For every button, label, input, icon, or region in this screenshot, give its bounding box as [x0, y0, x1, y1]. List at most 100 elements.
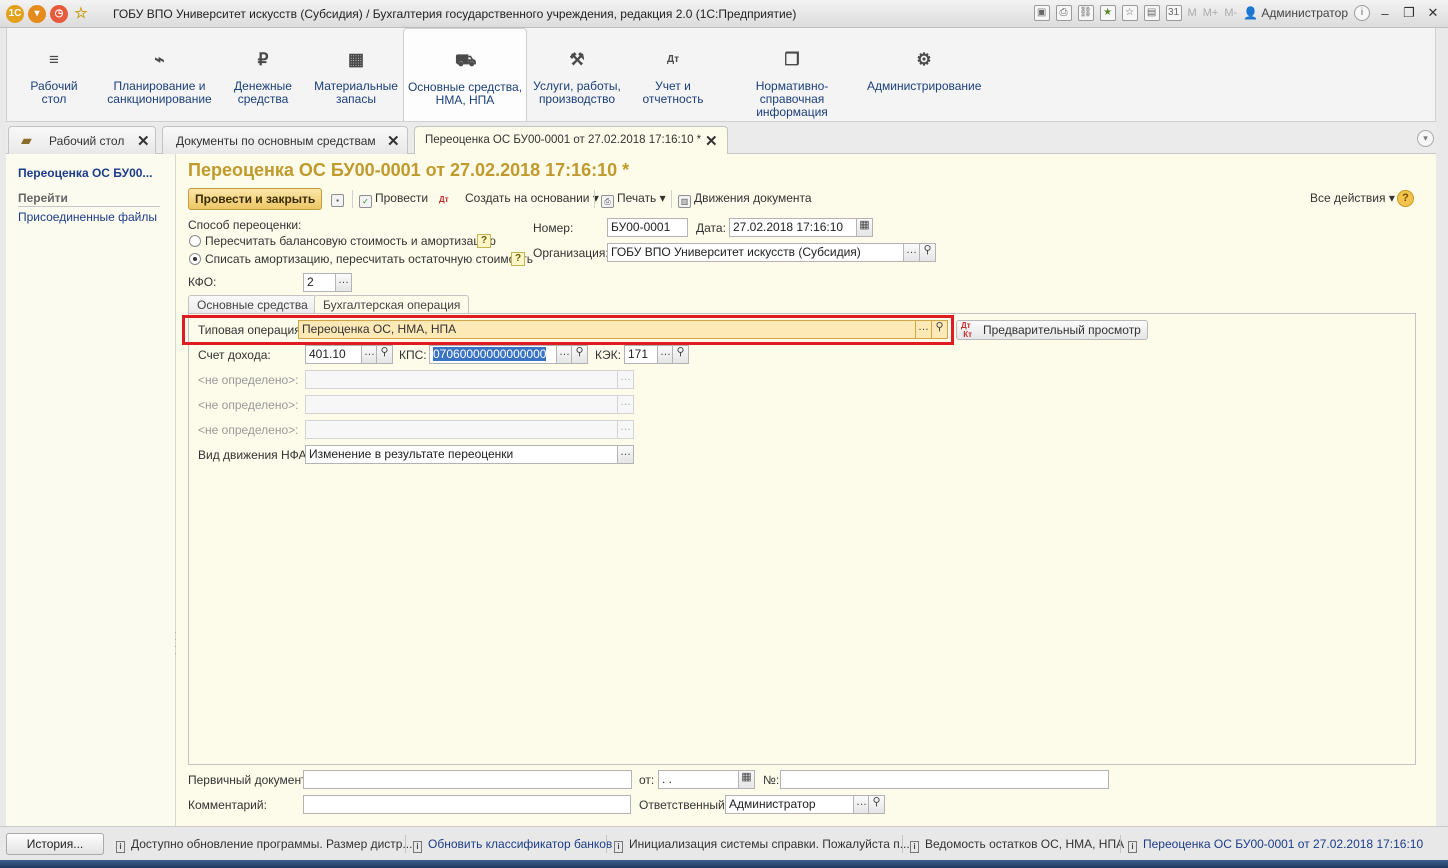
section-inventory[interactable]: ▦ Материальные запасы — [310, 28, 402, 121]
calendar-icon[interactable]: 31 — [1165, 5, 1182, 21]
method-option-1-label[interactable]: Пересчитать балансовую стоимость и аморт… — [205, 234, 496, 248]
typical-operation-label: Типовая операция: — [198, 323, 305, 337]
status-item-help-init[interactable]: i Инициализация системы справки. Пожалуйс… — [614, 837, 910, 853]
dt-kt-icon: Дт Кт — [961, 321, 973, 339]
create-based-on-button[interactable]: Создать на основании ▾ — [465, 191, 599, 205]
section-accounting[interactable]: Дт Учет и отчетность — [637, 28, 709, 121]
comment-label: Комментарий: — [188, 798, 267, 812]
post-button[interactable]: ✓ Провести — [359, 191, 428, 208]
main-menu-icon[interactable]: ▾ — [28, 5, 46, 23]
calendar-icon[interactable]: ▦ — [738, 770, 755, 789]
nfa-movement-field[interactable]: Изменение в результате переоценки — [305, 445, 618, 464]
maximize-icon[interactable]: ❐ — [1400, 5, 1418, 21]
kps-field[interactable]: 07060000000000000 — [429, 345, 557, 364]
calculator-icon[interactable]: ▤ — [1143, 5, 1160, 21]
favorites-star-icon[interactable]: ☆ — [72, 5, 90, 23]
kfo-select-button[interactable]: … — [335, 273, 352, 292]
date-field[interactable]: 27.02.2018 17:16:10 — [729, 218, 857, 237]
kek-field[interactable]: 171 — [624, 345, 658, 364]
current-user[interactable]: 👤 Администратор — [1243, 6, 1348, 20]
comment-field[interactable] — [303, 795, 631, 814]
section-money[interactable]: ₽ Денежные средства — [227, 28, 299, 121]
memory-m-button[interactable]: M — [1188, 7, 1197, 19]
history-button[interactable]: История... — [6, 833, 104, 855]
info-icon: i — [413, 841, 422, 853]
info-icon: i — [1128, 841, 1137, 853]
tab-desktop[interactable]: ▰ Рабочий стол ✕ — [8, 126, 156, 154]
info-icon[interactable]: i — [1354, 5, 1370, 21]
section-planning[interactable]: ⌁ Планирование и санкционирование — [107, 28, 212, 121]
hint-icon[interactable]: ? — [477, 234, 491, 248]
tabs-list-chevron-icon[interactable]: ▾ — [1417, 130, 1434, 147]
responsible-open-icon[interactable]: ⚲ — [868, 795, 885, 814]
info-icon: i — [910, 841, 919, 853]
close-tab-icon[interactable]: ✕ — [387, 132, 400, 150]
number-field[interactable]: БУ00-0001 — [607, 218, 688, 237]
doc-number-field[interactable] — [780, 770, 1109, 789]
section-fixed-assets[interactable]: ⛟ Основные средства, НМА, НПА — [403, 28, 527, 121]
link-icon[interactable]: ⛓ — [1077, 5, 1094, 21]
income-account-field[interactable]: 401.10 — [305, 345, 362, 364]
status-item-update[interactable]: i Доступно обновление программы. Размер д… — [116, 837, 412, 853]
organization-open-icon[interactable]: ⚲ — [919, 243, 936, 262]
all-actions-button[interactable]: Все действия ▾ — [1310, 191, 1395, 205]
status-item-revaluation[interactable]: i Переоценка ОС БУ00-0001 от 27.02.2018 1… — [1128, 837, 1423, 853]
close-tab-icon[interactable]: ✕ — [705, 132, 718, 150]
kps-open-icon[interactable]: ⚲ — [571, 345, 588, 364]
memory-m-plus-button[interactable]: M+ — [1203, 7, 1219, 19]
minimize-icon[interactable]: – — [1376, 6, 1394, 21]
toolbar-separator — [352, 190, 353, 208]
memory-m-minus-button[interactable]: M- — [1224, 7, 1237, 19]
toolbar-separator — [594, 190, 595, 208]
status-item-bank-classifier[interactable]: i Обновить классификатор банков — [413, 837, 612, 853]
section-reference[interactable]: ❐ Нормативно-справочная информация — [725, 28, 859, 121]
add-favorite-icon[interactable]: ★ — [1099, 5, 1116, 21]
tab-fixed-asset-documents[interactable]: Документы по основным средствам ✕ — [162, 126, 408, 154]
dt-kt-button[interactable]: Дт — [439, 191, 449, 205]
kek-open-icon[interactable]: ⚲ — [672, 345, 689, 364]
inventory-icon: ▦ — [347, 50, 365, 69]
from-date-field[interactable]: . . — [658, 770, 741, 789]
tab-accounting-operation[interactable]: Бухгалтерская операция — [314, 295, 470, 315]
favorites-icon[interactable]: ☆ — [1121, 5, 1138, 21]
status-separator — [606, 835, 607, 853]
income-account-open-icon[interactable]: ⚲ — [376, 345, 393, 364]
calendar-icon[interactable]: ▦ — [856, 218, 873, 237]
save-icon[interactable]: ▣ — [1033, 5, 1050, 21]
tab-fixed-assets[interactable]: Основные средства — [188, 295, 317, 314]
organization-select-button[interactable]: … — [903, 243, 920, 262]
primary-document-field[interactable] — [303, 770, 632, 789]
method-option-2-label[interactable]: Списать амортизацию, пересчитать остаточ… — [205, 252, 533, 266]
typical-operation-select-button[interactable]: … — [915, 320, 932, 339]
responsible-field[interactable]: Администратор — [725, 795, 854, 814]
organization-field[interactable]: ГОБУ ВПО Университет искусств (Субсидия) — [607, 243, 904, 262]
save-button[interactable]: ▪ — [331, 190, 347, 207]
document-movements-button[interactable]: ▥ Движения документа — [678, 191, 812, 208]
print-button[interactable]: ⎙ Печать ▾ — [601, 191, 666, 208]
close-icon[interactable]: ✕ — [1424, 5, 1442, 21]
method-option-2-radio[interactable] — [189, 253, 201, 265]
method-option-1-radio[interactable] — [189, 235, 201, 247]
nav-document-title[interactable]: Переоценка ОС БУ00... — [18, 166, 152, 180]
status-separator — [1120, 835, 1121, 853]
typical-operation-open-icon[interactable]: ⚲ — [931, 320, 948, 339]
tab-revaluation-document[interactable]: Переоценка ОС БУ00-0001 от 27.02.2018 17… — [414, 126, 728, 155]
section-services[interactable]: ⚒ Услуги, работы, производство — [531, 28, 623, 121]
help-icon[interactable]: ? — [1397, 190, 1414, 207]
print-icon[interactable]: ⎙ — [1055, 5, 1072, 21]
section-desktop[interactable]: ≡ Рабочий стол — [21, 28, 87, 121]
typical-operation-field[interactable]: Переоценка ОС, НМА, НПА — [298, 320, 916, 339]
close-tab-icon[interactable]: ✕ — [137, 132, 150, 150]
preview-button[interactable]: Дт Кт Предварительный просмотр — [956, 320, 1148, 340]
section-label: Денежные средства — [234, 79, 292, 106]
post-and-close-button[interactable]: Провести и закрыть — [188, 188, 323, 210]
section-administration[interactable]: ⚙ Администрирование — [867, 28, 981, 121]
hint-icon[interactable]: ? — [511, 252, 525, 266]
history-icon[interactable]: ◷ — [50, 5, 68, 23]
nfa-movement-select-button[interactable]: … — [617, 445, 634, 464]
analytics-3-label: <не определено>: — [198, 423, 299, 437]
1c-logo-icon[interactable]: 1С — [6, 5, 24, 23]
kfo-field[interactable]: 2 — [303, 273, 336, 292]
status-item-assets-report[interactable]: i Ведомость остатков ОС, НМА, НПА — [910, 837, 1124, 853]
nav-attached-files-link[interactable]: Присоединенные файлы — [18, 210, 157, 224]
